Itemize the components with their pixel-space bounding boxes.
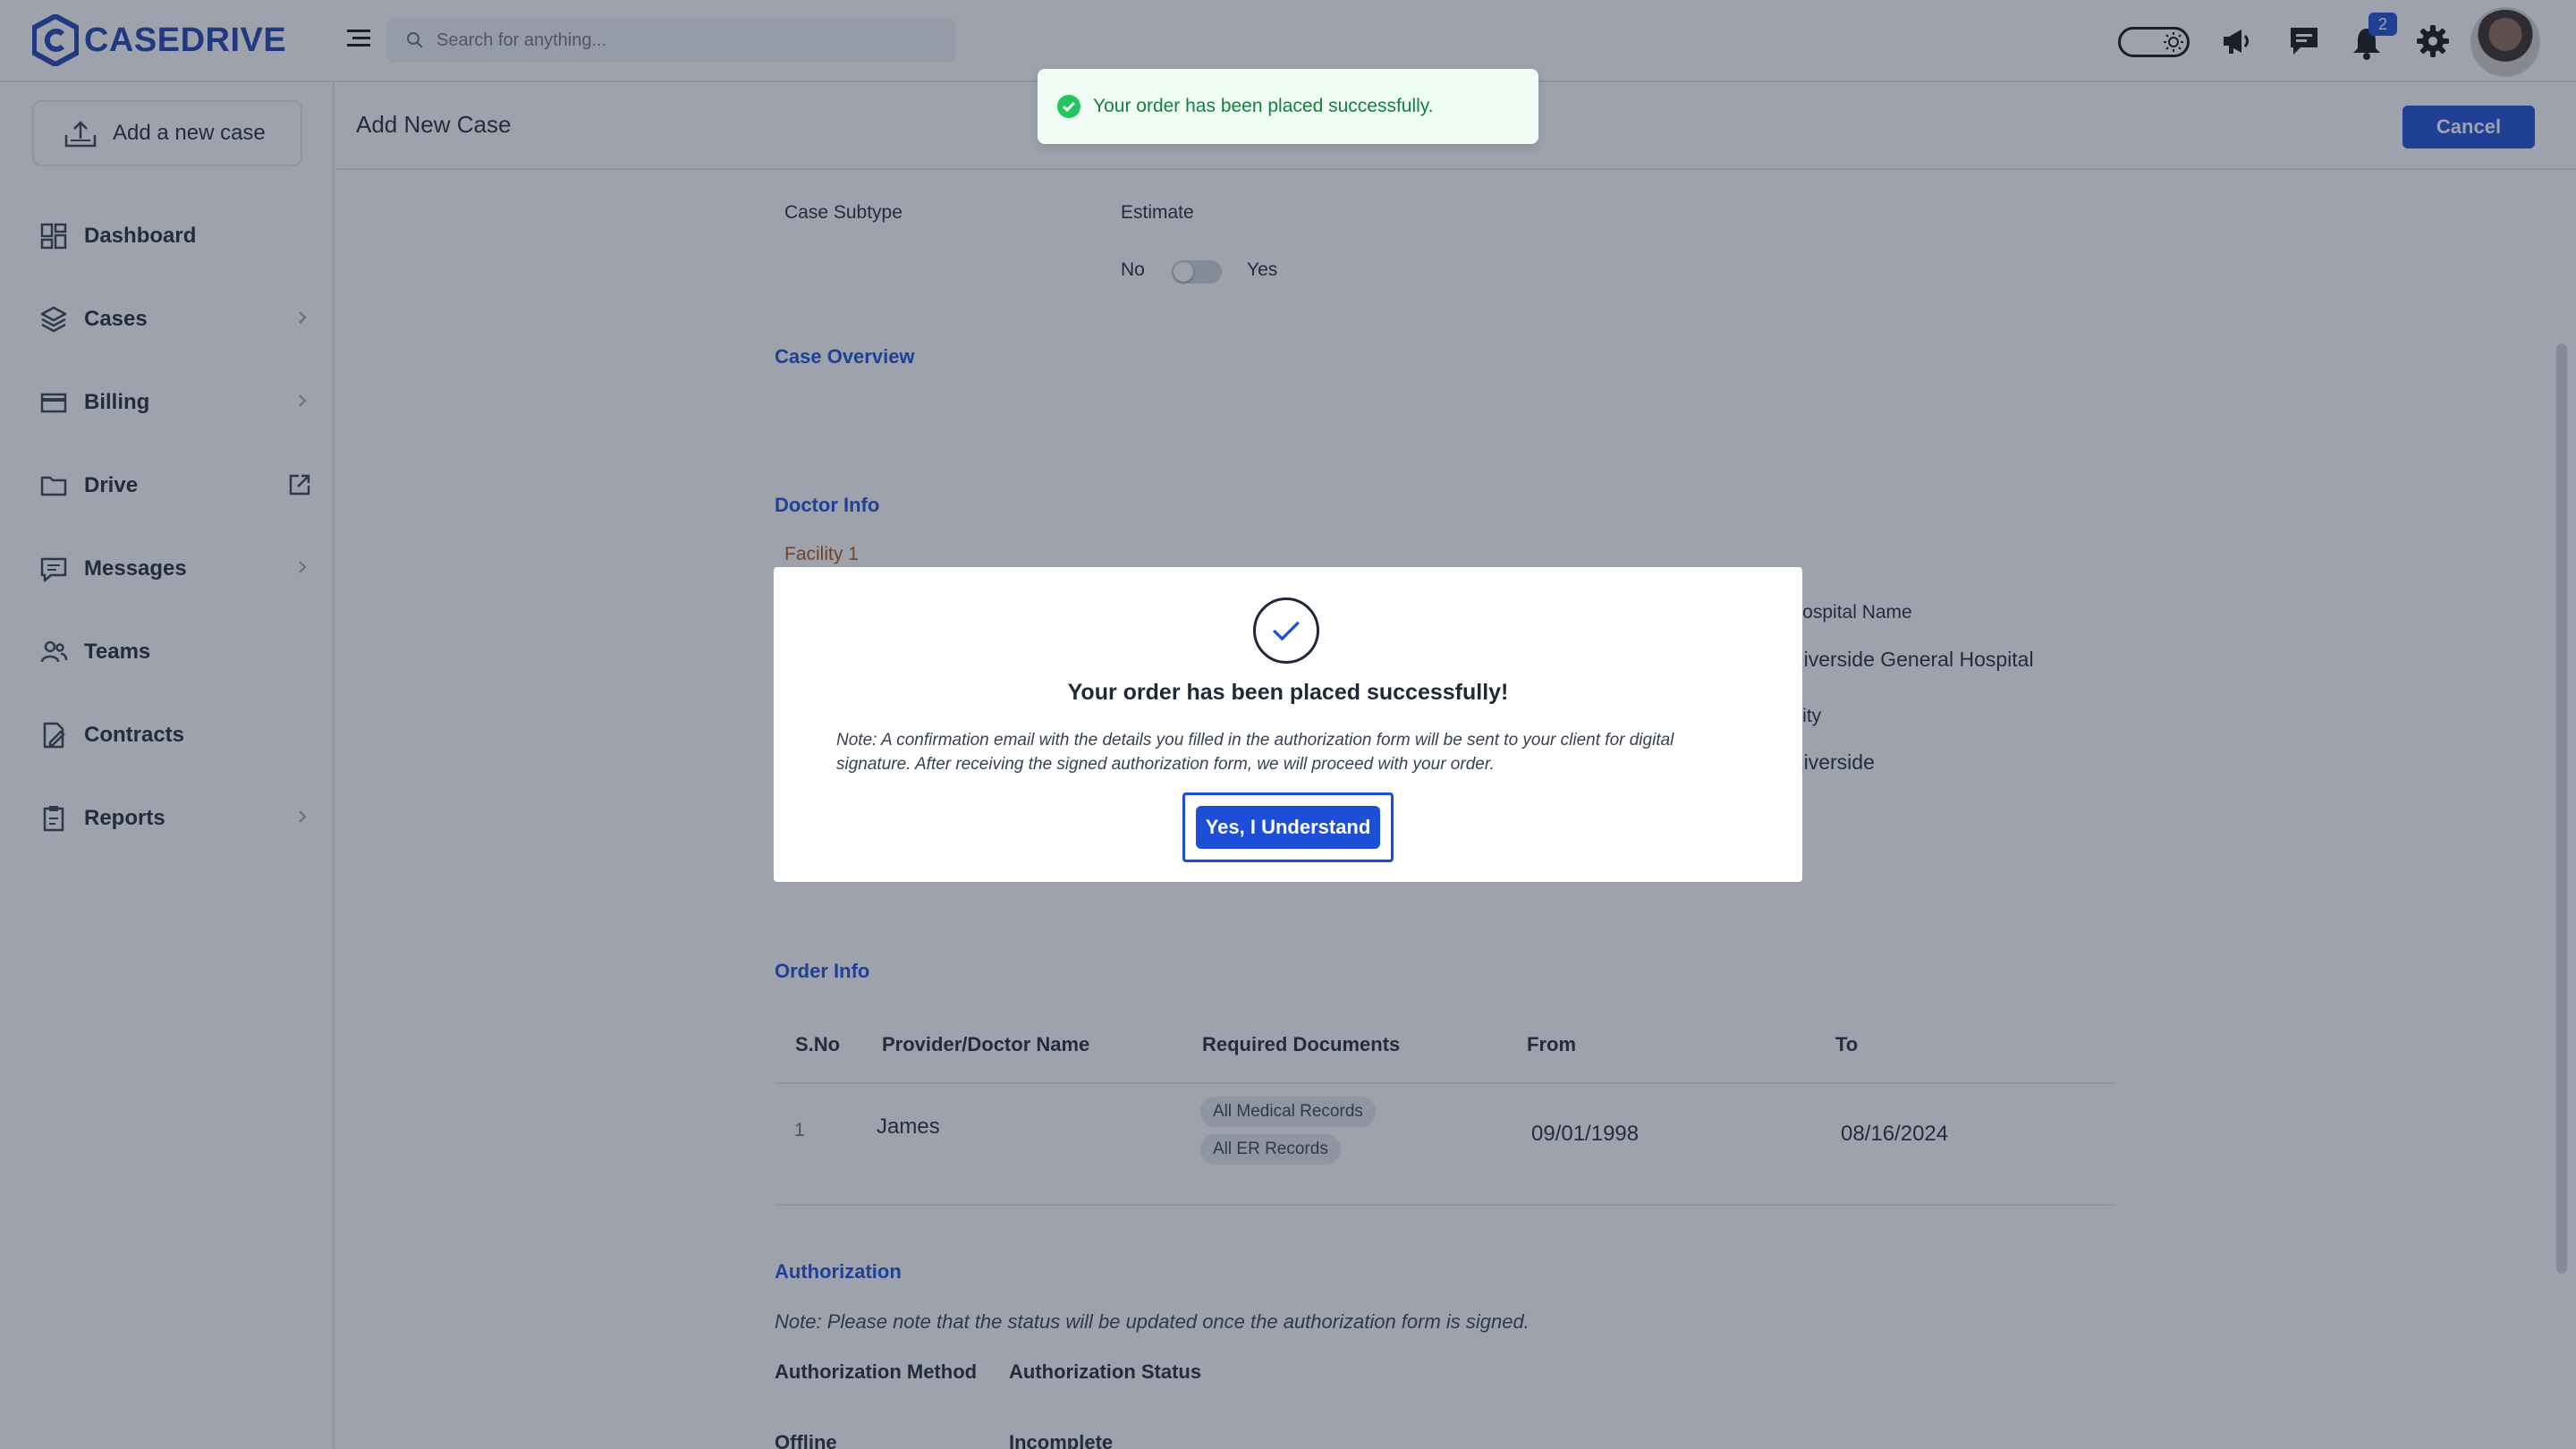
modal-button-focus-ring: Yes, I Understand [1182,792,1394,862]
modal-note: Note: A confirmation email with the deta… [836,731,1674,774]
check-circle-icon [1057,95,1080,118]
success-modal: Your order has been placed successfully!… [774,567,1802,882]
toast-message: Your order has been placed successfully. [1093,96,1434,116]
modal-title: Your order has been placed successfully! [1067,680,1509,705]
check-circle-icon [1253,597,1319,664]
success-toast: Your order has been placed successfully. [1038,69,1538,144]
yes-i-understand-button[interactable]: Yes, I Understand [1196,806,1380,849]
